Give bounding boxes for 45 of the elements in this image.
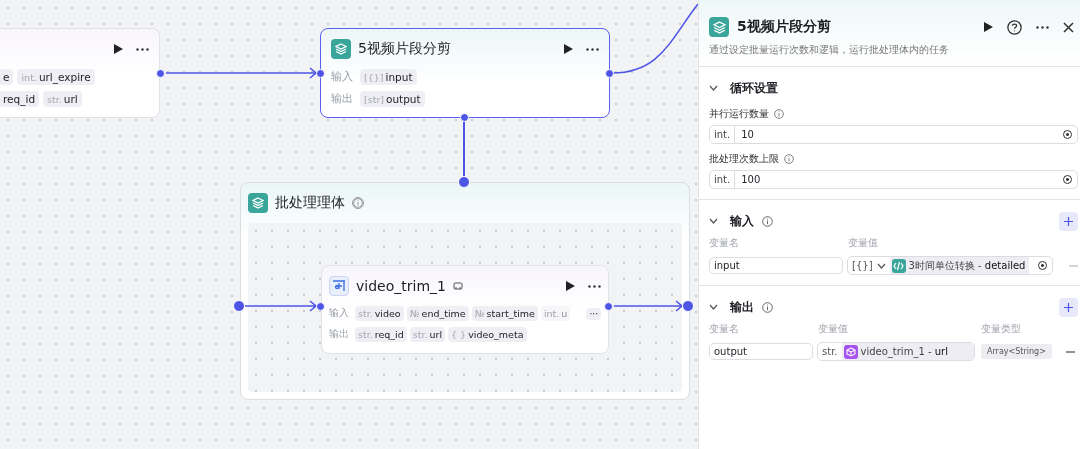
row-label: 输出 bbox=[329, 328, 349, 341]
batch-container[interactable]: 批处理理体 video_trim_1 输入 str. video № end_time № start_time int. u ··· 输出 str. req_id str. url { } video_meta bbox=[240, 182, 690, 400]
variable-tag: str. video bbox=[355, 306, 404, 321]
value-field[interactable]: str. video_trim_1 - url bbox=[817, 342, 975, 361]
section-title: 循环设置 bbox=[730, 79, 778, 97]
row-label: 输出 bbox=[331, 92, 353, 106]
node-title: video_trim_1 bbox=[356, 278, 446, 294]
node-card[interactable]: 5视频片段分剪 输入 [{}] input 输出 [str] output bbox=[320, 28, 610, 118]
panel-title: 5视频片段分剪 bbox=[737, 18, 831, 36]
variable-tag: № end_time bbox=[406, 306, 469, 321]
variable-tag: { } video_meta bbox=[448, 327, 527, 342]
variable-tag: str. url bbox=[409, 327, 446, 342]
type-badge: Array<String> bbox=[981, 344, 1052, 359]
number-field[interactable]: int. 10 bbox=[709, 125, 1078, 144]
section-title: 输入 bbox=[730, 212, 754, 230]
column-header: 变量名 bbox=[709, 236, 740, 250]
field-label: 批处理次数上限 bbox=[709, 152, 779, 166]
variable-tag: [str] output bbox=[360, 91, 425, 107]
column-header: 变量值 bbox=[848, 236, 878, 250]
column-header: 变量名 bbox=[709, 322, 740, 336]
node-card[interactable]: video_trim_1 输入 str. video № end_time № start_time int. u ··· 输出 str. req_id str. url { } video_meta bbox=[321, 265, 609, 354]
number-field[interactable]: int. 100 bbox=[709, 170, 1078, 189]
variable-tag: int. url_expire bbox=[17, 69, 95, 85]
variable-tag: № start_time bbox=[471, 306, 538, 321]
name-field[interactable]: output bbox=[709, 343, 813, 360]
variable-tag: e bbox=[0, 69, 14, 85]
column-header: 变量值 bbox=[818, 322, 849, 336]
node-title: 5视频片段分剪 bbox=[358, 40, 451, 58]
container-title: 批处理理体 bbox=[275, 194, 345, 212]
value-field[interactable]: [{}] 3时间单位转换 - detailed bbox=[847, 256, 1053, 275]
variable-tag: int. u bbox=[540, 306, 571, 321]
field-label: 并行运行数量 bbox=[709, 107, 769, 121]
variable-tag: str. req_id bbox=[355, 327, 407, 342]
more-button[interactable]: ··· bbox=[586, 307, 601, 320]
reference-text: 3时间单位转换 - detailed bbox=[908, 258, 1026, 273]
name-field[interactable]: input bbox=[709, 257, 843, 274]
variable-tag: req_id bbox=[0, 91, 40, 107]
row-label: 输入 bbox=[329, 307, 349, 320]
node-card[interactable]: e int. url_expire req_id str. url bbox=[0, 28, 160, 118]
column-header: 变量类型 bbox=[981, 322, 1021, 336]
variable-tag: str. url bbox=[43, 91, 82, 107]
section-title: 输出 bbox=[730, 298, 754, 316]
variable-tag: [{}] input bbox=[360, 69, 417, 85]
reference-text: video_trim_1 - url bbox=[860, 346, 948, 357]
row-label: 输入 bbox=[331, 70, 353, 84]
